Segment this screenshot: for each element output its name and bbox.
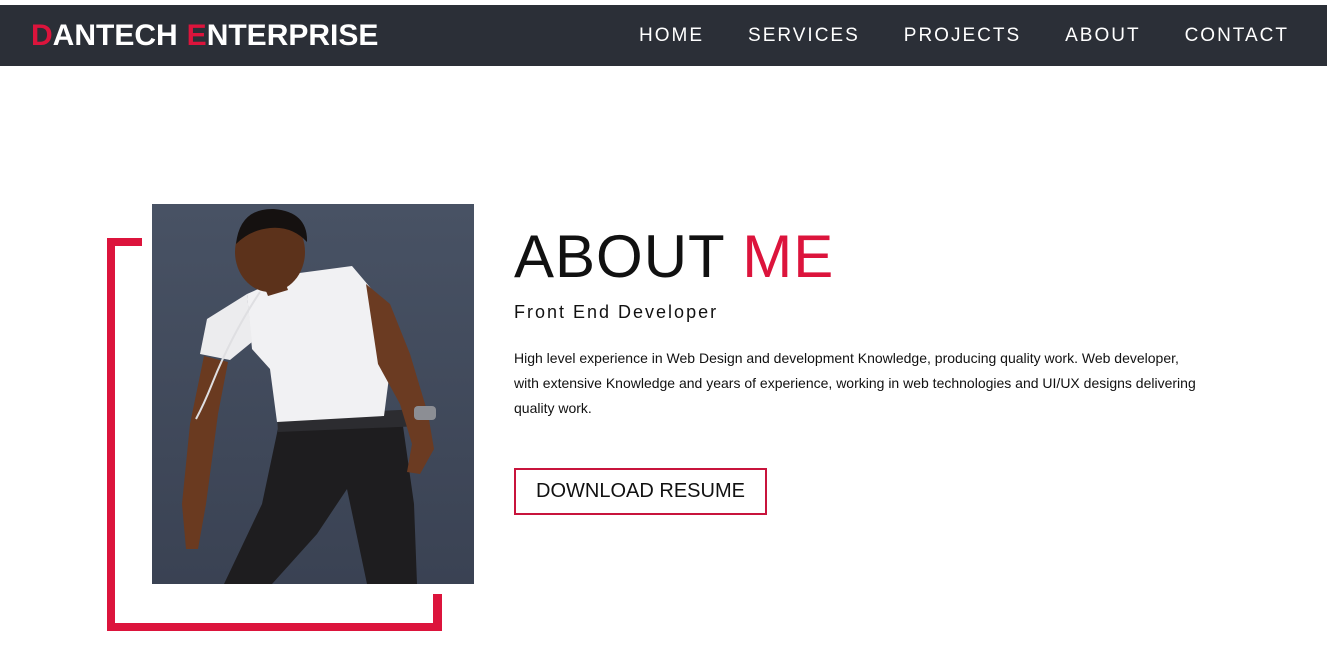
about-description: High level experience in Web Design and …: [514, 350, 1196, 416]
download-resume-button[interactable]: DOWNLOAD RESUME: [514, 468, 767, 515]
logo-initial-d: D: [31, 18, 53, 52]
about-title: ABOUT ME: [514, 225, 1214, 289]
nav-about[interactable]: ABOUT: [1065, 25, 1140, 47]
about-title-accent: ME: [742, 223, 835, 290]
nav-projects[interactable]: PROJECTS: [904, 25, 1021, 47]
logo-word-rest-1: ANTECH: [52, 18, 178, 52]
nav-services[interactable]: SERVICES: [748, 25, 860, 47]
navbar: D ANTECH E NTERPRISE HOME SERVICES PROJE…: [0, 5, 1327, 66]
logo-word-rest-2: NTERPRISE: [206, 18, 379, 52]
logo-initial-e: E: [186, 18, 207, 52]
person-illustration: [182, 208, 436, 584]
about-subtitle: Front End Developer: [514, 302, 719, 322]
decorative-frame-top: [107, 238, 142, 246]
brand-logo[interactable]: D ANTECH E NTERPRISE: [31, 18, 379, 52]
nav-contact[interactable]: CONTACT: [1185, 25, 1289, 47]
nav-home[interactable]: HOME: [639, 25, 704, 47]
logo-spacer: [178, 21, 187, 51]
nav-links: HOME SERVICES PROJECTS ABOUT CONTACT: [595, 25, 1289, 47]
decorative-frame-right: [433, 594, 442, 631]
profile-photo: [152, 204, 474, 584]
about-section: ABOUT ME Front End Developer High level …: [514, 225, 1214, 421]
about-title-main: ABOUT: [514, 223, 725, 290]
